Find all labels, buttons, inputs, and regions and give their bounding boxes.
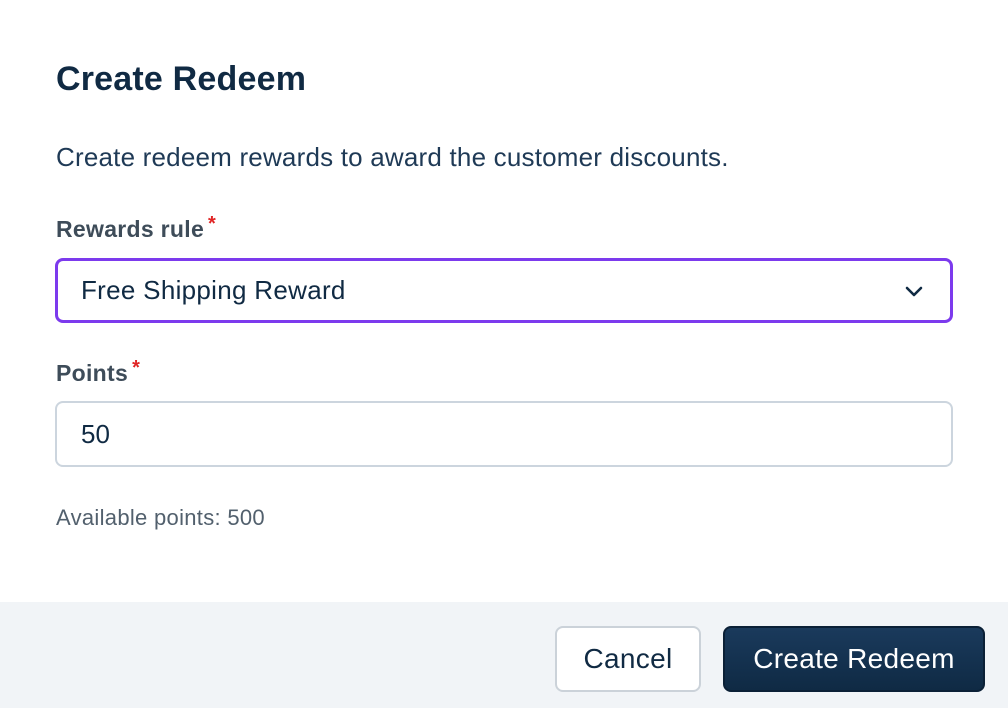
dialog-title: Create Redeem [56,60,307,98]
create-redeem-dialog: Create Redeem Create redeem rewards to a… [0,0,1008,708]
chevron-down-icon [904,281,924,301]
points-label-text: Points [56,360,129,386]
points-label: Points * [56,357,141,387]
rewards-rule-label-text: Rewards rule [56,216,205,242]
rewards-rule-selected-value: Free Shipping Reward [81,275,346,305]
create-redeem-button[interactable]: Create Redeem [723,626,985,692]
available-points-text: Available points: 500 [56,505,265,530]
dialog-description: Create redeem rewards to award the custo… [56,142,729,172]
rewards-rule-label: Rewards rule * [56,213,217,243]
rewards-rule-select[interactable]: Free Shipping Reward [55,258,953,323]
points-input[interactable] [81,418,951,450]
dialog-footer: Cancel Create Redeem [0,602,1008,708]
required-mark: * [208,213,217,235]
required-mark: * [132,357,141,379]
dialog-body: Create Redeem Create redeem rewards to a… [0,0,1008,602]
points-input-wrapper [55,401,953,467]
cancel-button[interactable]: Cancel [555,626,701,692]
